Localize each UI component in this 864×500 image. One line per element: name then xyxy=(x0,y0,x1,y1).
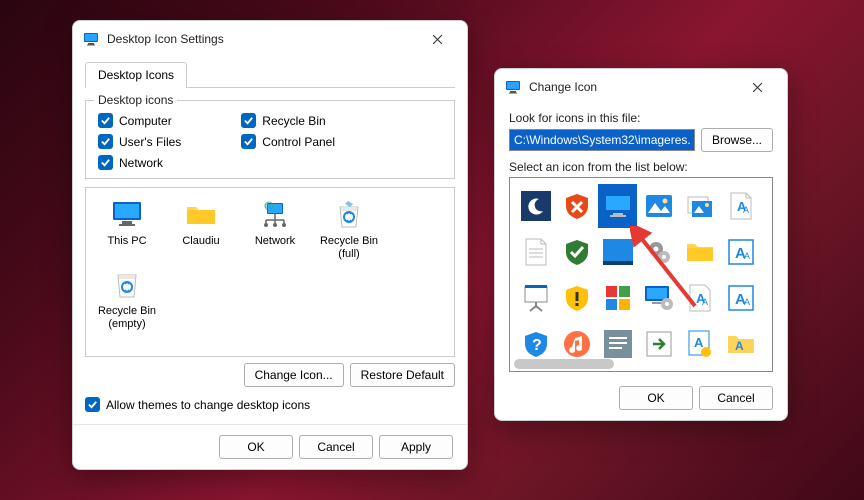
titlebar: Desktop Icon Settings xyxy=(73,21,467,55)
svg-text:A: A xyxy=(744,297,750,307)
check-icon xyxy=(98,113,113,128)
checkbox-label: Control Panel xyxy=(262,135,335,149)
preview-user-folder[interactable]: Claudiu xyxy=(164,198,238,260)
preview-network[interactable]: Network xyxy=(238,198,312,260)
monitor-icon xyxy=(90,198,164,232)
close-button[interactable] xyxy=(737,75,777,99)
ok-button[interactable]: OK xyxy=(219,435,293,459)
checkbox-allow-themes[interactable]: Allow themes to change desktop icons xyxy=(85,397,455,412)
app-icon xyxy=(505,79,521,95)
recycle-empty-icon xyxy=(90,268,164,302)
checkbox-label: Recycle Bin xyxy=(262,114,325,128)
tab-desktop-icons[interactable]: Desktop Icons xyxy=(85,62,187,88)
grid-icon-folder-font[interactable]: A xyxy=(721,322,760,366)
horizontal-scrollbar[interactable] xyxy=(514,359,614,369)
svg-text:A: A xyxy=(702,297,708,307)
browse-button[interactable]: Browse... xyxy=(701,128,773,152)
grid-icon-font-box[interactable]: AA xyxy=(721,276,760,320)
grid-icon-doc-lines[interactable] xyxy=(516,230,555,274)
app-icon xyxy=(83,31,99,47)
network-icon xyxy=(238,198,312,232)
checkbox-control-panel[interactable]: Control Panel xyxy=(241,134,335,149)
window-title: Change Icon xyxy=(529,80,729,94)
svg-text:A: A xyxy=(743,205,749,215)
checkbox-label: User's Files xyxy=(119,135,181,149)
desktop-icons-group: Desktop icons Computer User's Files Netw… xyxy=(85,100,455,179)
dialog-body: Look for icons in this file: Browse... S… xyxy=(495,103,787,420)
grid-icon-monitor-gear[interactable] xyxy=(639,276,678,320)
checkbox-users-files[interactable]: User's Files xyxy=(98,134,181,149)
folder-icon xyxy=(164,198,238,232)
icon-label: Recycle Bin (full) xyxy=(320,235,378,260)
dialog-body: Desktop Icons Desktop icons Computer Use… xyxy=(73,55,467,424)
check-icon xyxy=(98,134,113,149)
check-icon xyxy=(241,134,256,149)
grid-icon-pictures-folder[interactable] xyxy=(680,184,719,228)
tabstrip: Desktop Icons xyxy=(85,61,455,88)
icon-path-input[interactable] xyxy=(509,129,695,151)
grid-icon-shield-warning[interactable] xyxy=(557,276,596,320)
checkbox-label: Allow themes to change desktop icons xyxy=(106,398,310,412)
svg-text:?: ? xyxy=(532,337,542,354)
grid-icon-presentation[interactable] xyxy=(516,276,555,320)
grid-icon-monitor-selected[interactable] xyxy=(598,184,637,228)
close-button[interactable] xyxy=(417,27,457,51)
grid-icon-font-cert[interactable]: A xyxy=(680,322,719,366)
grid-icon-gears[interactable] xyxy=(639,230,678,274)
titlebar: Change Icon xyxy=(495,69,787,103)
apply-button[interactable]: Apply xyxy=(379,435,453,459)
grid-icon-font-doc2[interactable]: AA xyxy=(680,276,719,320)
grid-icon-shield-x[interactable] xyxy=(557,184,596,228)
icon-label: Recycle Bin (empty) xyxy=(98,305,156,330)
grid-icon-folder[interactable] xyxy=(680,230,719,274)
svg-text:A: A xyxy=(744,251,750,261)
cancel-button[interactable]: Cancel xyxy=(299,435,373,459)
change-icon-window: Change Icon Look for icons in this file:… xyxy=(494,68,788,421)
cancel-button[interactable]: Cancel xyxy=(699,386,773,410)
grid-icon-color-blocks[interactable] xyxy=(598,276,637,320)
preview-recycle-full[interactable]: Recycle Bin (full) xyxy=(312,198,386,260)
window-title: Desktop Icon Settings xyxy=(107,32,409,46)
check-icon xyxy=(241,113,256,128)
check-icon xyxy=(98,155,113,170)
grid-icon-blue-tile[interactable] xyxy=(598,230,637,274)
change-icon-button[interactable]: Change Icon... xyxy=(244,363,344,387)
grid-icon-picture[interactable] xyxy=(639,184,678,228)
checkbox-computer[interactable]: Computer xyxy=(98,113,181,128)
select-icon-label: Select an icon from the list below: xyxy=(509,160,773,174)
preview-recycle-empty[interactable]: Recycle Bin (empty) xyxy=(90,268,164,330)
checkbox-label: Computer xyxy=(119,114,172,128)
checkbox-recycle-bin[interactable]: Recycle Bin xyxy=(241,113,335,128)
desktop-icon-settings-window: Desktop Icon Settings Desktop Icons Desk… xyxy=(72,20,468,470)
checkbox-label: Network xyxy=(119,156,163,170)
icon-label: This PC xyxy=(107,235,146,247)
grid-icon-font-blue[interactable]: AA xyxy=(721,230,760,274)
grid-icon-shield-check[interactable] xyxy=(557,230,596,274)
grid-icon-arrow-right[interactable] xyxy=(639,322,678,366)
grid-icon-moon[interactable] xyxy=(516,184,555,228)
ok-button[interactable]: OK xyxy=(619,386,693,410)
icon-label: Claudiu xyxy=(182,235,219,247)
icon-grid: AA AA AA AA ? A A xyxy=(509,177,773,372)
svg-text:A: A xyxy=(694,335,704,350)
group-legend: Desktop icons xyxy=(94,93,177,107)
grid-icon-font-doc[interactable]: AA xyxy=(721,184,760,228)
preview-this-pc[interactable]: This PC xyxy=(90,198,164,260)
dialog-footer: OK Cancel Apply xyxy=(73,424,467,469)
restore-default-button[interactable]: Restore Default xyxy=(350,363,455,387)
icon-preview-area: This PC Claudiu Network Recycle Bin (ful… xyxy=(85,187,455,357)
recycle-full-icon xyxy=(312,198,386,232)
checkbox-network[interactable]: Network xyxy=(98,155,181,170)
check-icon xyxy=(85,397,100,412)
icon-label: Network xyxy=(255,235,295,247)
look-for-label: Look for icons in this file: xyxy=(509,111,773,125)
svg-text:A: A xyxy=(735,339,744,353)
